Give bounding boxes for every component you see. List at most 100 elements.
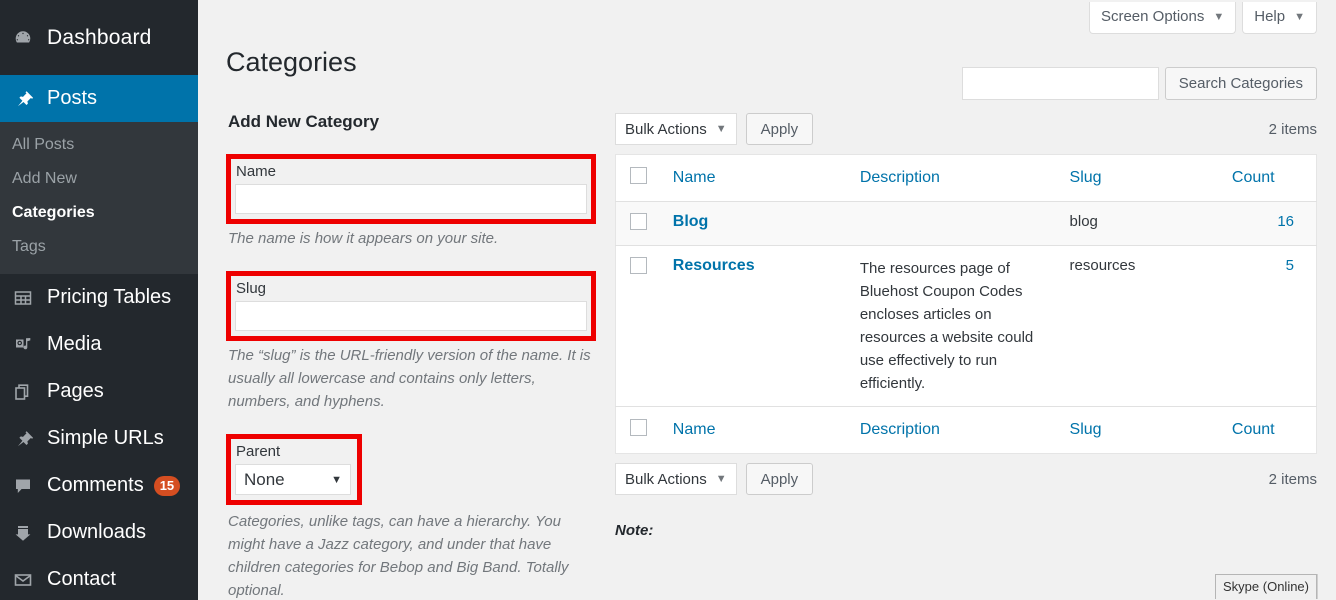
row-count-cell: 5 [1221, 245, 1317, 407]
parent-select[interactable]: None ▼ [235, 464, 351, 495]
row-count-cell: 16 [1221, 201, 1317, 246]
search-form: Search Categories [961, 67, 1317, 100]
search-input[interactable] [961, 67, 1159, 100]
submenu-item-tags[interactable]: Tags [0, 230, 198, 264]
name-help-text: The name is how it appears on your site. [228, 230, 499, 247]
row-checkbox-cell [615, 245, 663, 407]
category-count-link[interactable]: 16 [1277, 213, 1294, 230]
select-all-header [615, 154, 663, 202]
table-header-row: Name Description Slug Count [615, 154, 1317, 202]
table-head-bottom: Name Description Slug Count [615, 406, 1317, 454]
chevron-down-icon: ▼ [1213, 10, 1225, 23]
submenu-item-categories[interactable]: Categories [0, 196, 198, 230]
items-count-bottom: 2 items [1268, 470, 1317, 488]
sidebar-item-simple-urls[interactable]: Simple URLs [0, 415, 198, 462]
column-header-count[interactable]: Count [1221, 154, 1317, 202]
note-label: Note: [615, 522, 654, 539]
chevron-down-icon: ▼ [715, 123, 727, 135]
submenu-item-add-new[interactable]: Add New [0, 162, 198, 196]
search-categories-button[interactable]: Search Categories [1164, 67, 1317, 100]
slug-field-label: Slug [236, 280, 267, 297]
column-footer-count[interactable]: Count [1221, 406, 1317, 454]
bulk-actions-select-top[interactable]: Bulk Actions ▼ [615, 113, 737, 145]
screen-options-label: Screen Options [1100, 8, 1205, 25]
screen-options-button[interactable]: Screen Options ▼ [1088, 2, 1237, 34]
table-row: Blog blog 16 [615, 201, 1317, 246]
select-all-checkbox-bottom[interactable] [630, 419, 647, 436]
categories-list-table-wrap: Bulk Actions ▼ Apply 2 items Name Descri… [615, 112, 1317, 539]
items-count-top: 2 items [1268, 120, 1317, 138]
sidebar-item-dashboard[interactable]: Dashboard [0, 0, 198, 75]
sidebar-item-downloads[interactable]: Downloads [0, 509, 198, 556]
row-checkbox[interactable] [630, 213, 647, 230]
table-row: Resources The resources page of Bluehost… [615, 245, 1317, 407]
slug-input[interactable] [235, 301, 587, 331]
sidebar-item-label: Downloads [47, 521, 146, 543]
category-name-link[interactable]: Resources [673, 257, 755, 274]
add-new-category-form: Add New Category Name The name is how it… [226, 112, 596, 600]
name-field-label: Name [236, 163, 277, 180]
parent-help-text: Categories, unlike tags, can have a hier… [228, 513, 569, 599]
category-count-link[interactable]: 5 [1286, 257, 1294, 274]
sidebar-item-label: Dashboard [47, 25, 152, 49]
column-footer-slug[interactable]: Slug [1059, 406, 1222, 454]
sidebar-item-contact[interactable]: Contact [0, 556, 198, 600]
table-body: Blog blog 16 Resources The resources pag… [615, 201, 1317, 407]
select-all-header-bottom [615, 406, 663, 454]
pages-icon [12, 381, 34, 403]
apply-button-top[interactable]: Apply [745, 113, 814, 145]
page-title: Categories [226, 47, 357, 78]
apply-button-bottom[interactable]: Apply [745, 463, 814, 495]
sidebar-item-posts[interactable]: Posts [0, 75, 206, 122]
column-footer-name[interactable]: Name [662, 406, 850, 454]
sidebar-item-label: Media [47, 333, 102, 355]
pin-icon [12, 88, 34, 110]
sidebar-item-media[interactable]: Media [0, 321, 198, 368]
help-label: Help [1254, 8, 1286, 25]
column-header-description[interactable]: Description [849, 154, 1060, 202]
row-name-cell: Resources [662, 245, 850, 407]
row-description-cell [849, 201, 1060, 246]
screen-meta-links: Screen Options ▼ Help ▼ [1088, 2, 1317, 34]
annotation-box-slug: Slug [226, 271, 596, 341]
sidebar-item-pricing-tables[interactable]: Pricing Tables [0, 274, 198, 321]
row-slug-cell: blog [1059, 201, 1222, 246]
row-name-cell: Blog [662, 201, 850, 246]
bulk-actions-label: Bulk Actions [625, 120, 707, 138]
comments-count-badge: 15 [153, 475, 181, 496]
row-slug-cell: resources [1059, 245, 1222, 407]
bulk-actions-label: Bulk Actions [625, 470, 707, 488]
sidebar-item-pages[interactable]: Pages [0, 368, 198, 415]
bulk-actions-select-bottom[interactable]: Bulk Actions ▼ [615, 463, 737, 495]
comment-icon [12, 475, 34, 497]
row-checkbox-cell [615, 201, 663, 246]
parent-selected-value: None [244, 469, 285, 489]
slug-help-text: The “slug” is the URL-friendly version o… [228, 347, 591, 410]
sidebar-item-comments[interactable]: Comments 15 [0, 462, 198, 509]
table-icon [12, 287, 34, 309]
column-header-slug[interactable]: Slug [1059, 154, 1222, 202]
chevron-down-icon: ▼ [331, 473, 342, 486]
column-header-name[interactable]: Name [662, 154, 850, 202]
wordpress-admin-screen: Dashboard Posts All Posts Add New Catego… [0, 0, 1336, 600]
parent-field-label: Parent [236, 443, 281, 460]
name-input[interactable] [235, 184, 587, 214]
submenu-item-all-posts[interactable]: All Posts [0, 128, 198, 162]
row-description-cell: The resources page of Bluehost Coupon Co… [849, 245, 1060, 407]
row-checkbox[interactable] [630, 257, 647, 274]
select-all-checkbox[interactable] [630, 167, 647, 184]
sidebar-item-label: Pages [47, 380, 104, 402]
categories-table: Name Description Slug Count Blog blog 16… [615, 154, 1317, 454]
dashboard-icon [12, 27, 34, 49]
skype-taskbar-chip[interactable]: Skype (Online) [1215, 574, 1317, 599]
help-button[interactable]: Help ▼ [1242, 2, 1317, 34]
chevron-down-icon: ▼ [1294, 10, 1305, 23]
sidebar-item-label: Contact [47, 568, 116, 590]
admin-sidebar: Dashboard Posts All Posts Add New Catego… [0, 0, 206, 600]
category-name-link[interactable]: Blog [673, 213, 709, 230]
posts-submenu: All Posts Add New Categories Tags [0, 122, 198, 274]
column-footer-description[interactable]: Description [849, 406, 1060, 454]
sidebar-item-label: Pricing Tables [47, 286, 172, 308]
sidebar-item-label: Simple URLs [47, 427, 164, 449]
tablenav-bottom: Bulk Actions ▼ Apply 2 items [615, 462, 1317, 496]
